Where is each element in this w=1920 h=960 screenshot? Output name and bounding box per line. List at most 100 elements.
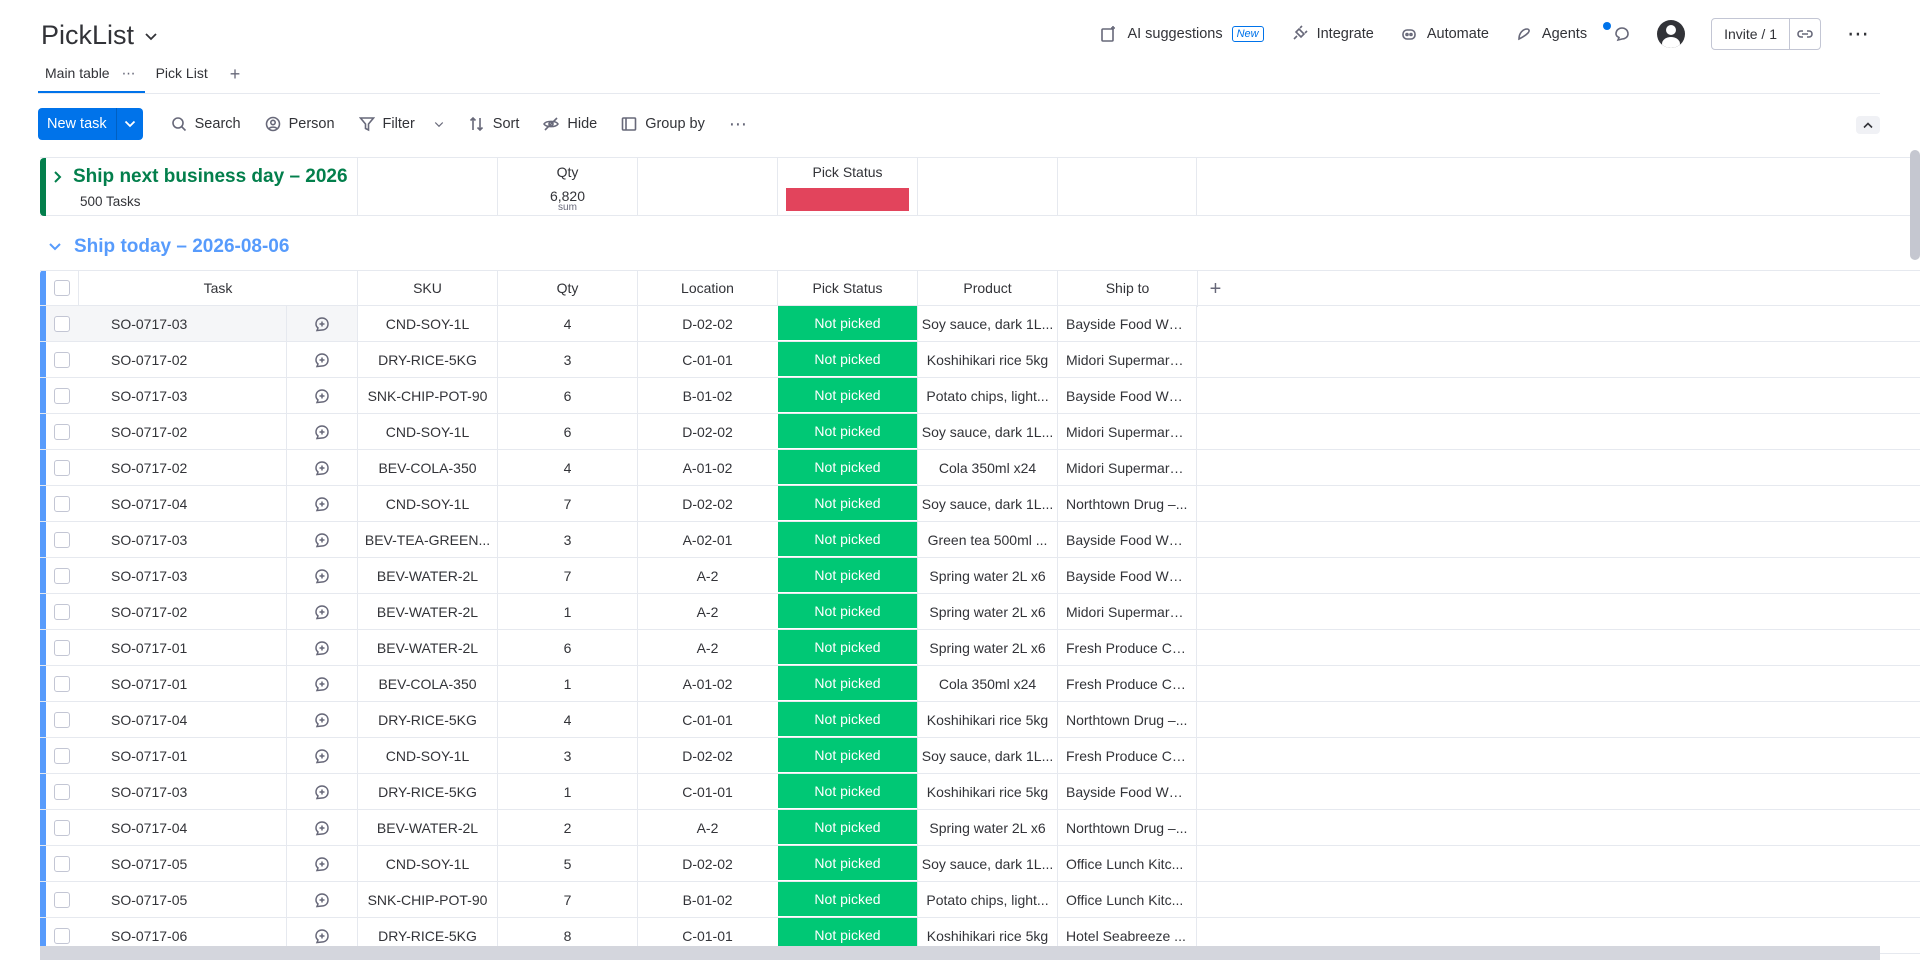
- task-name-cell[interactable]: SO-0717-01: [78, 666, 286, 701]
- sku-cell[interactable]: BEV-COLA-350: [357, 666, 497, 701]
- avatar[interactable]: [1657, 20, 1686, 48]
- qty-cell[interactable]: 3: [497, 738, 637, 773]
- pick-status-cell[interactable]: Not picked: [777, 414, 917, 449]
- add-update-button[interactable]: [286, 558, 357, 593]
- ship-to-cell[interactable]: Fresh Produce Co....: [1057, 738, 1197, 773]
- table-row[interactable]: SO-0717-02 BEV-COLA-350 4 A-01-02 Not picked…: [40, 450, 1920, 486]
- row-checkbox[interactable]: [54, 315, 70, 332]
- location-cell[interactable]: B-01-02: [637, 378, 777, 413]
- table-row[interactable]: SO-0717-03 BEV-TEA-GREEN... 3 A-02-01 Not pi…: [40, 522, 1920, 558]
- table-row[interactable]: SO-0717-01 BEV-WATER-2L 6 A-2 Not picked Spri…: [40, 630, 1920, 666]
- row-checkbox[interactable]: [54, 891, 70, 908]
- sku-cell[interactable]: SNK-CHIP-POT-90: [357, 882, 497, 917]
- add-update-button[interactable]: [286, 378, 357, 413]
- task-name-cell[interactable]: SO-0717-03: [78, 774, 286, 809]
- product-cell[interactable]: Green tea 500ml ...: [917, 522, 1057, 557]
- sku-cell[interactable]: DRY-RICE-5KG: [357, 702, 497, 737]
- new-task-button[interactable]: New task: [38, 108, 117, 140]
- qty-cell[interactable]: 6: [497, 378, 637, 413]
- agents-button[interactable]: Agents: [1515, 22, 1612, 43]
- column-header-sku[interactable]: SKU: [357, 271, 497, 305]
- collapsed-status-summary[interactable]: Pick Status: [777, 158, 917, 216]
- task-name-cell[interactable]: SO-0717-04: [78, 810, 286, 845]
- ai-suggestions-button[interactable]: AI suggestions New: [1100, 25, 1264, 43]
- row-checkbox-cell[interactable]: [46, 414, 78, 449]
- product-cell[interactable]: Potato chips, light...: [917, 378, 1057, 413]
- sku-cell[interactable]: BEV-TEA-GREEN...: [357, 522, 497, 557]
- task-name-cell[interactable]: SO-0717-02: [78, 414, 286, 449]
- product-cell[interactable]: Spring water 2L x6: [917, 558, 1057, 593]
- collapse-header-button[interactable]: [1856, 116, 1880, 134]
- row-checkbox-cell[interactable]: [46, 846, 78, 881]
- automate-button[interactable]: Automate: [1400, 25, 1489, 43]
- row-checkbox-cell[interactable]: [46, 630, 78, 665]
- table-row[interactable]: SO-0717-04 BEV-WATER-2L 2 A-2 Not picked Spri…: [40, 810, 1920, 846]
- ship-to-cell[interactable]: Office Lunch Kitc...: [1057, 882, 1197, 917]
- location-cell[interactable]: A-2: [637, 558, 777, 593]
- ship-to-cell[interactable]: Office Lunch Kitc...: [1057, 846, 1197, 881]
- location-cell[interactable]: A-2: [637, 594, 777, 629]
- task-name-cell[interactable]: SO-0717-01: [78, 630, 286, 665]
- ship-to-cell[interactable]: Fresh Produce Co....: [1057, 666, 1197, 701]
- add-update-button[interactable]: [286, 702, 357, 737]
- ship-to-cell[interactable]: Bayside Food Wh...: [1057, 378, 1197, 413]
- ship-to-cell[interactable]: Northtown Drug –...: [1057, 810, 1197, 845]
- row-checkbox-cell[interactable]: [46, 450, 78, 485]
- location-cell[interactable]: C-01-01: [637, 342, 777, 377]
- task-name-cell[interactable]: SO-0717-03: [78, 522, 286, 557]
- ship-to-cell[interactable]: Bayside Food Wh...: [1057, 522, 1197, 557]
- add-update-button[interactable]: [286, 630, 357, 665]
- product-cell[interactable]: Koshihikari rice 5kg: [917, 774, 1057, 809]
- chevron-down-icon[interactable]: [48, 242, 62, 252]
- task-name-cell[interactable]: SO-0717-03: [78, 378, 286, 413]
- product-cell[interactable]: Soy sauce, dark 1L...: [917, 414, 1057, 449]
- ship-to-cell[interactable]: Northtown Drug –...: [1057, 486, 1197, 521]
- sku-cell[interactable]: DRY-RICE-5KG: [357, 774, 497, 809]
- location-cell[interactable]: B-01-02: [637, 882, 777, 917]
- location-cell[interactable]: D-02-02: [637, 306, 777, 341]
- sku-cell[interactable]: BEV-WATER-2L: [357, 630, 497, 665]
- row-checkbox[interactable]: [54, 531, 70, 548]
- row-checkbox[interactable]: [54, 459, 70, 476]
- pick-status-cell[interactable]: Not picked: [777, 774, 917, 809]
- chevron-down-icon[interactable]: [144, 29, 158, 47]
- group-name[interactable]: Ship today – 2026-08-06: [74, 236, 289, 258]
- location-cell[interactable]: D-02-02: [637, 486, 777, 521]
- select-all-checkbox[interactable]: [54, 280, 70, 296]
- person-filter-button[interactable]: Person: [253, 108, 347, 140]
- sku-cell[interactable]: BEV-WATER-2L: [357, 594, 497, 629]
- add-update-button[interactable]: [286, 846, 357, 881]
- row-checkbox-cell[interactable]: [46, 486, 78, 521]
- updates-button[interactable]: [1613, 25, 1631, 43]
- table-row[interactable]: SO-0717-01 CND-SOY-1L 3 D-02-02 Not picked So…: [40, 738, 1920, 774]
- column-header-ship-to[interactable]: Ship to: [1057, 271, 1197, 305]
- row-checkbox-cell[interactable]: [46, 378, 78, 413]
- table-row[interactable]: SO-0717-03 SNK-CHIP-POT-90 6 B-01-02 Not pic…: [40, 378, 1920, 414]
- location-cell[interactable]: D-02-02: [637, 846, 777, 881]
- location-cell[interactable]: A-01-02: [637, 450, 777, 485]
- product-cell[interactable]: Potato chips, light...: [917, 882, 1057, 917]
- vertical-scrollbar[interactable]: [1910, 150, 1920, 260]
- add-update-button[interactable]: [286, 450, 357, 485]
- table-row[interactable]: SO-0717-02 BEV-WATER-2L 1 A-2 Not picked Spri…: [40, 594, 1920, 630]
- product-cell[interactable]: Cola 350ml x24: [917, 666, 1057, 701]
- sku-cell[interactable]: BEV-WATER-2L: [357, 558, 497, 593]
- chevron-right-icon[interactable]: [53, 170, 63, 184]
- product-cell[interactable]: Spring water 2L x6: [917, 594, 1057, 629]
- sort-button[interactable]: Sort: [457, 108, 532, 140]
- location-cell[interactable]: D-02-02: [637, 414, 777, 449]
- pick-status-cell[interactable]: Not picked: [777, 738, 917, 773]
- row-checkbox[interactable]: [54, 711, 70, 728]
- tab-main-table[interactable]: Main table ⋯: [38, 62, 145, 93]
- task-name-cell[interactable]: SO-0717-05: [78, 882, 286, 917]
- qty-cell[interactable]: 4: [497, 450, 637, 485]
- hide-button[interactable]: Hide: [531, 108, 609, 140]
- new-task-dropdown[interactable]: [116, 108, 143, 140]
- add-view-icon[interactable]: +: [216, 62, 255, 84]
- column-header-product[interactable]: Product: [917, 271, 1057, 305]
- product-cell[interactable]: Koshihikari rice 5kg: [917, 342, 1057, 377]
- pick-status-cell[interactable]: Not picked: [777, 810, 917, 845]
- qty-cell[interactable]: 1: [497, 666, 637, 701]
- row-checkbox[interactable]: [54, 567, 70, 584]
- sku-cell[interactable]: CND-SOY-1L: [357, 846, 497, 881]
